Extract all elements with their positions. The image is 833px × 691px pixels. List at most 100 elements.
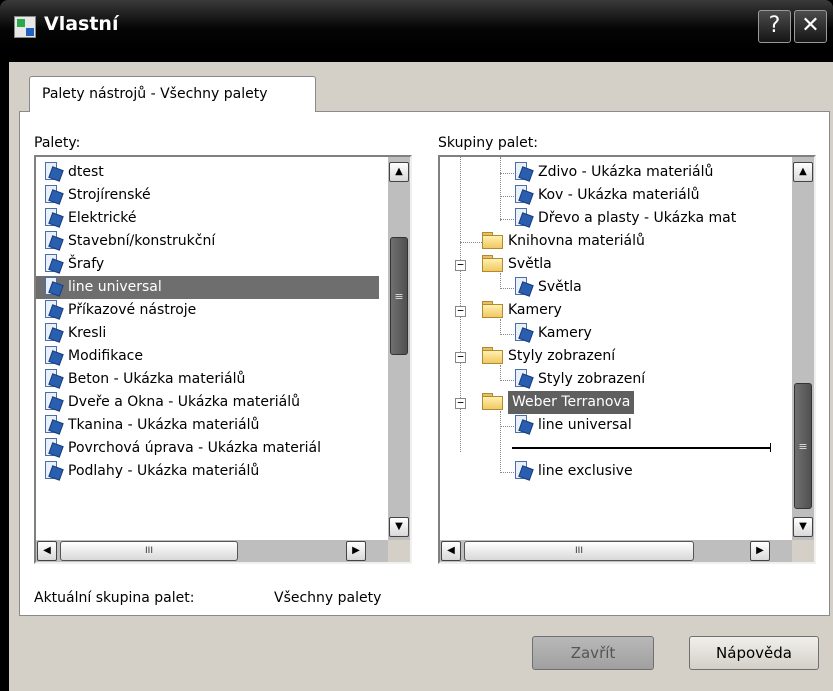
folder-icon [482,300,503,318]
groups-hscroll[interactable]: ◀ III ▶ [440,540,792,562]
list-item[interactable]: Příkazové nástroje [36,299,376,322]
tree-item[interactable]: Světla [482,253,552,276]
scroll-thumb[interactable]: ≡ [390,237,408,355]
list-item[interactable]: Tkanina - Ukázka materiálů [36,414,376,437]
palette-icon [44,299,62,318]
tree-line [500,219,514,220]
palette-icon [44,322,62,341]
palette-icon [514,322,532,341]
scroll-corner [388,540,410,562]
scroll-up-icon[interactable]: ▲ [793,162,813,182]
scroll-down-icon[interactable]: ▼ [793,517,813,537]
palette-icon [44,230,62,249]
list-item[interactable]: dtest [36,161,376,184]
tree-item[interactable]: Kamery [514,322,592,345]
tree-line [500,380,514,381]
tree-item[interactable]: Zdivo - Ukázka materiálů [514,161,713,184]
list-item[interactable]: Strojírenské [36,184,376,207]
list-item[interactable]: Stavební/konstrukční [36,230,376,253]
scroll-thumb[interactable]: III [464,541,694,561]
palette-icon [44,161,62,180]
list-item[interactable]: Povrchová úprava - Ukázka materiál [36,437,379,460]
tree-line [500,426,514,427]
tree-item[interactable]: line exclusive [514,460,633,483]
current-group-label: Aktuální skupina palet: [34,590,195,606]
scroll-right-icon[interactable]: ▶ [346,541,366,561]
app-icon [14,16,36,38]
palette-icon [44,437,62,456]
list-item[interactable]: Modifikace [36,345,376,368]
scroll-down-icon[interactable]: ▼ [389,517,409,537]
tree-item-selected[interactable]: Weber Terranova [482,391,635,414]
folder-icon [482,346,503,364]
list-item[interactable]: Dveře a Okna - Ukázka materiálů [36,391,376,414]
list-item[interactable]: Beton - Ukázka materiálů [36,368,376,391]
list-item[interactable]: Kresli [36,322,376,345]
drop-indicator [512,447,770,449]
collapse-icon[interactable]: − [455,259,466,271]
scroll-corner [792,540,814,562]
groups-vscroll[interactable]: ▲ ≡ ▼ [792,157,814,540]
tree-item[interactable]: Dřevo a plasty - Ukázka mat [514,207,736,230]
dialog-content: Palety nástrojů - Všechny palety Palety:… [9,62,833,691]
palette-icon [514,460,532,479]
palette-icon [514,161,532,180]
palettes-hscroll[interactable]: ◀ III ▶ [36,540,388,562]
scroll-up-icon[interactable]: ▲ [389,162,409,182]
tree-line [500,472,514,473]
palette-icon [514,368,532,387]
tree-line [500,411,501,473]
tree-line [460,242,482,243]
help-icon[interactable]: ? [758,10,791,43]
close-button[interactable]: Zavřít [532,636,654,670]
collapse-icon[interactable]: − [455,305,466,317]
tree-line [500,157,501,221]
palette-icon [514,414,532,433]
tree-item[interactable]: Styly zobrazení [482,345,615,368]
scroll-thumb[interactable]: III [60,541,238,561]
current-group-value: Všechny palety [274,590,382,606]
palettes-label: Palety: [34,135,81,151]
palette-icon [44,391,62,410]
collapse-icon[interactable]: − [455,397,466,409]
help-button[interactable]: Nápověda [689,636,819,670]
tab-tool-palettes[interactable]: Palety nástrojů - Všechny palety [29,76,316,112]
scroll-left-icon[interactable]: ◀ [37,541,57,561]
list-item-selected[interactable]: line universal [36,276,379,299]
palette-icon [514,184,532,203]
customize-dialog: Vlastní ? ✕ Palety nástrojů - Všechny pa… [0,0,833,691]
scroll-right-icon[interactable]: ▶ [750,541,770,561]
palette-icon [44,368,62,387]
palette-icon [514,207,532,226]
tree-line [500,288,514,289]
tree-item[interactable]: Světla [514,276,582,299]
palette-icon [514,276,532,295]
folder-icon [482,392,503,410]
palette-icon [44,184,62,203]
close-icon[interactable]: ✕ [794,10,827,43]
scroll-thumb[interactable]: ≡ [794,383,812,509]
palettes-vscroll[interactable]: ▲ ≡ ▼ [388,157,410,540]
groups-tree[interactable]: − − − − Zdivo - Ukázka materiálů Kov - U… [438,155,816,564]
groups-label: Skupiny palet: [438,135,538,151]
list-item[interactable]: Šrafy [36,253,376,276]
palettes-list[interactable]: dtest Strojírenské Elektrické Stavební/k… [34,155,412,564]
tree-item[interactable]: Knihovna materiálů [482,230,645,253]
palette-icon [44,460,62,479]
list-item[interactable]: Elektrické [36,207,376,230]
tree-item[interactable]: Styly zobrazení [514,368,645,391]
list-item[interactable]: Podlahy - Ukázka materiálů [36,460,376,483]
tree-item[interactable]: Kov - Ukázka materiálů [514,184,700,207]
folder-icon [482,231,503,249]
tree-item[interactable]: Kamery [482,299,562,322]
palette-icon [44,207,62,226]
tree-item[interactable]: line universal [514,414,632,437]
scroll-left-icon[interactable]: ◀ [441,541,461,561]
palette-icon [44,345,62,364]
palette-icon [44,276,62,295]
drop-indicator-end [770,443,771,452]
title-bar[interactable]: Vlastní ? ✕ [0,0,833,52]
palette-icon [44,414,62,433]
collapse-icon[interactable]: − [455,351,466,363]
tree-line [500,334,514,335]
